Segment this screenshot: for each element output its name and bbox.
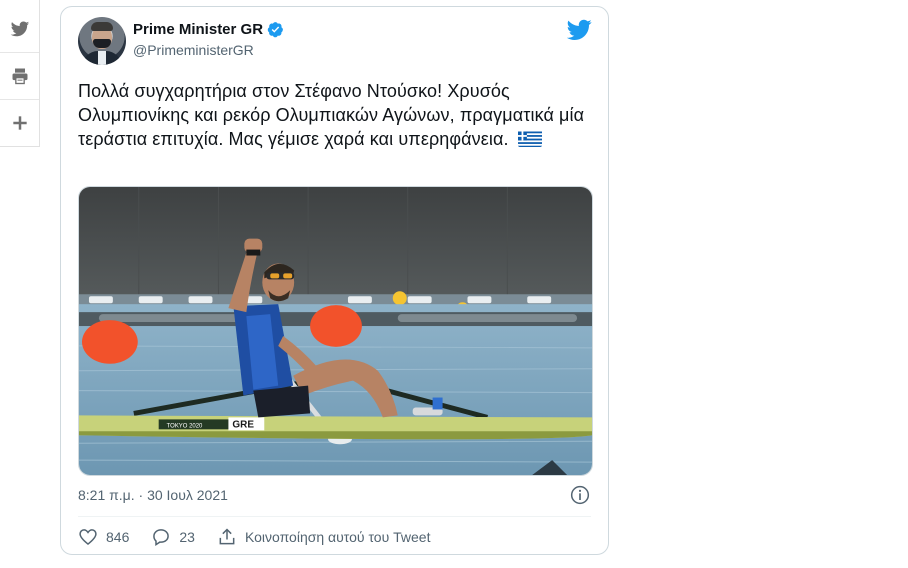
reply-icon bbox=[153, 529, 170, 546]
greek-flag-icon bbox=[517, 130, 542, 147]
share-icon bbox=[219, 528, 235, 545]
twitter-logo-icon[interactable] bbox=[567, 19, 592, 41]
boat-label: GRE bbox=[232, 419, 254, 430]
tweet-body: Πολλά συγχαρητήρια στον Στέφανο Ντούσκο!… bbox=[78, 81, 585, 149]
print-button[interactable] bbox=[0, 53, 39, 100]
verified-badge-icon bbox=[267, 21, 284, 38]
print-icon bbox=[12, 68, 27, 85]
share-label: Κοινοποίηση αυτού του Tweet bbox=[244, 529, 431, 545]
author-block: Prime Minister GR @PrimeministerGR bbox=[133, 21, 284, 58]
boat-sponsor: TOKYO 2020 bbox=[167, 423, 203, 429]
share-tweet-button[interactable]: Κοινοποίηση αυτού του Tweet bbox=[217, 527, 431, 547]
author-name-row[interactable]: Prime Minister GR bbox=[133, 21, 284, 38]
tweet-timestamp[interactable]: 8:21 π.μ. · 30 Ιουλ 2021 bbox=[78, 487, 228, 503]
heart-icon bbox=[79, 529, 97, 546]
divider bbox=[78, 516, 591, 517]
info-icon[interactable] bbox=[570, 485, 590, 505]
reply-button[interactable]: 23 bbox=[151, 527, 195, 547]
twitter-icon bbox=[10, 21, 29, 37]
tweet-photo[interactable]: GRE TOKYO 2020 bbox=[78, 186, 593, 476]
share-twitter-button[interactable] bbox=[0, 6, 39, 53]
tweet-text: Πολλά συγχαρητήρια στον Στέφανο Ντούσκο!… bbox=[78, 79, 588, 151]
more-share-button[interactable] bbox=[0, 100, 39, 146]
handle[interactable]: @PrimeministerGR bbox=[133, 42, 284, 58]
plus-icon bbox=[12, 116, 27, 130]
display-name[interactable]: Prime Minister GR bbox=[133, 21, 263, 38]
like-count: 846 bbox=[106, 529, 130, 545]
tweet-actions: 846 23 Κοινοποίηση αυτού του Tweet bbox=[78, 526, 452, 548]
tweet-card[interactable]: Prime Minister GR @PrimeministerGR Πολλά… bbox=[60, 6, 609, 555]
like-button[interactable]: 846 bbox=[78, 527, 129, 547]
avatar[interactable] bbox=[78, 17, 126, 65]
share-rail bbox=[0, 0, 40, 147]
reply-count: 23 bbox=[179, 529, 195, 545]
